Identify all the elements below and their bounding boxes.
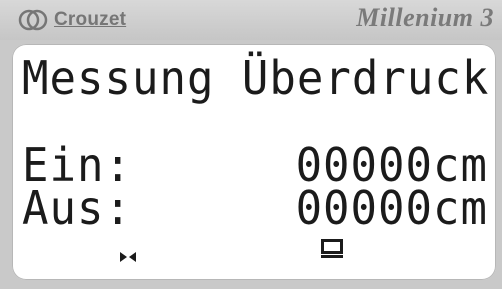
- row-value-aus: 00000cm: [295, 182, 488, 236]
- monitor-icon: [321, 239, 343, 263]
- lcd-screen: Messung Überdruck Ein: 00000cm Aus: 0000…: [12, 44, 496, 280]
- row-label-aus: Aus:: [22, 182, 132, 236]
- model-name: Millenium 3: [356, 3, 494, 32]
- crouzet-logo-icon: [18, 8, 48, 32]
- plc-panel: Crouzet Millenium 3 Messung Überdruck Ei…: [0, 0, 502, 289]
- bowtie-icon: [120, 247, 136, 266]
- brand: Crouzet: [18, 5, 126, 35]
- brand-name: Crouzet: [54, 9, 127, 30]
- device-header: Crouzet Millenium 3: [0, 0, 502, 40]
- screen-title: Messung Überdruck: [22, 52, 490, 106]
